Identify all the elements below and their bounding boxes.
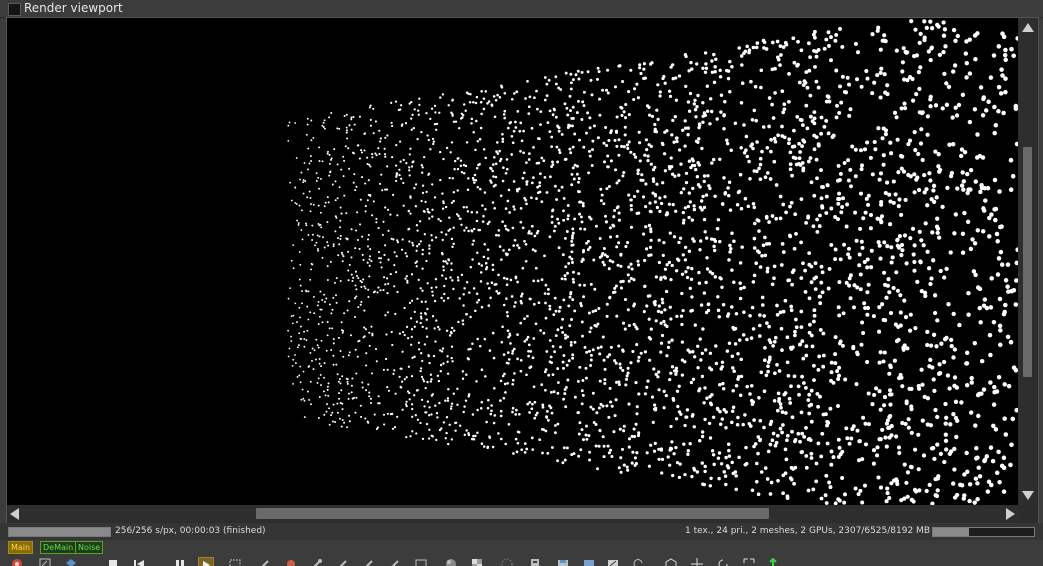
memory-usage-bar [932, 527, 1035, 537]
clay-icon[interactable] [444, 557, 458, 566]
fullscreen-icon[interactable] [742, 557, 756, 566]
render-progress-fill [9, 528, 110, 536]
start-icon[interactable] [198, 557, 214, 566]
horizontal-scrollbar[interactable] [7, 505, 1019, 522]
object-picker-icon[interactable] [310, 557, 324, 566]
scroll-up-arrow-icon[interactable] [1022, 23, 1034, 32]
memory-usage-fill [933, 528, 969, 536]
layer-icon[interactable] [64, 557, 78, 566]
material-picker-icon[interactable] [284, 557, 298, 566]
rotate-icon[interactable] [716, 557, 730, 566]
scroll-down-arrow-icon[interactable] [1022, 491, 1034, 500]
picker-icon[interactable] [258, 557, 272, 566]
render-pass-bar: Main DeMain Noise [0, 540, 1043, 554]
render-viewport[interactable] [7, 18, 1018, 505]
pass-demain-tab[interactable]: DeMain [40, 541, 77, 554]
vertical-scrollbar[interactable] [1019, 18, 1036, 505]
save-all-icon[interactable] [556, 557, 570, 566]
export-icon[interactable] [38, 557, 52, 566]
move-icon[interactable] [690, 557, 704, 566]
scene-stats-text: 1 tex., 24 pri., 2 meshes, 2 GPUs, 2307/… [684, 526, 930, 536]
white-balance-icon[interactable] [362, 557, 376, 566]
focus-picker-icon[interactable] [336, 557, 350, 566]
pass-main-tab[interactable]: Main [8, 541, 34, 554]
cube-icon[interactable] [664, 557, 678, 566]
crop-icon[interactable] [388, 557, 402, 566]
region-icon[interactable] [228, 557, 242, 566]
render-toolbar [0, 555, 1043, 566]
copy-icon[interactable] [500, 557, 514, 566]
render-target-icon[interactable] [10, 557, 24, 566]
render-status-text: 256/256 s/px, 00:00:03 (finished) [115, 526, 266, 536]
settings-icon[interactable] [582, 557, 596, 566]
window-titlebar: Render viewport [0, 0, 1043, 18]
window-icon[interactable] [8, 3, 21, 16]
render-progress-bar [8, 527, 111, 537]
stop-icon[interactable] [106, 557, 120, 566]
vertical-scroll-thumb[interactable] [1023, 147, 1032, 377]
up-arrow-icon[interactable] [766, 557, 780, 566]
pause-icon[interactable] [173, 557, 187, 566]
scroll-left-arrow-icon[interactable] [10, 508, 19, 520]
undo-icon[interactable] [606, 557, 620, 566]
save-icon[interactable] [528, 557, 542, 566]
window-title: Render viewport [24, 1, 123, 15]
rendered-image [287, 19, 1018, 505]
subsampling-icon[interactable] [470, 557, 484, 566]
restart-icon[interactable] [132, 557, 146, 566]
horizontal-scroll-thumb[interactable] [256, 508, 769, 519]
world-icon[interactable] [414, 557, 428, 566]
status-bar: 256/256 s/px, 00:00:03 (finished) 1 tex.… [0, 523, 1043, 540]
scroll-right-arrow-icon[interactable] [1006, 508, 1015, 520]
redo-icon[interactable] [632, 557, 646, 566]
pass-noise-tab[interactable]: Noise [75, 541, 104, 554]
